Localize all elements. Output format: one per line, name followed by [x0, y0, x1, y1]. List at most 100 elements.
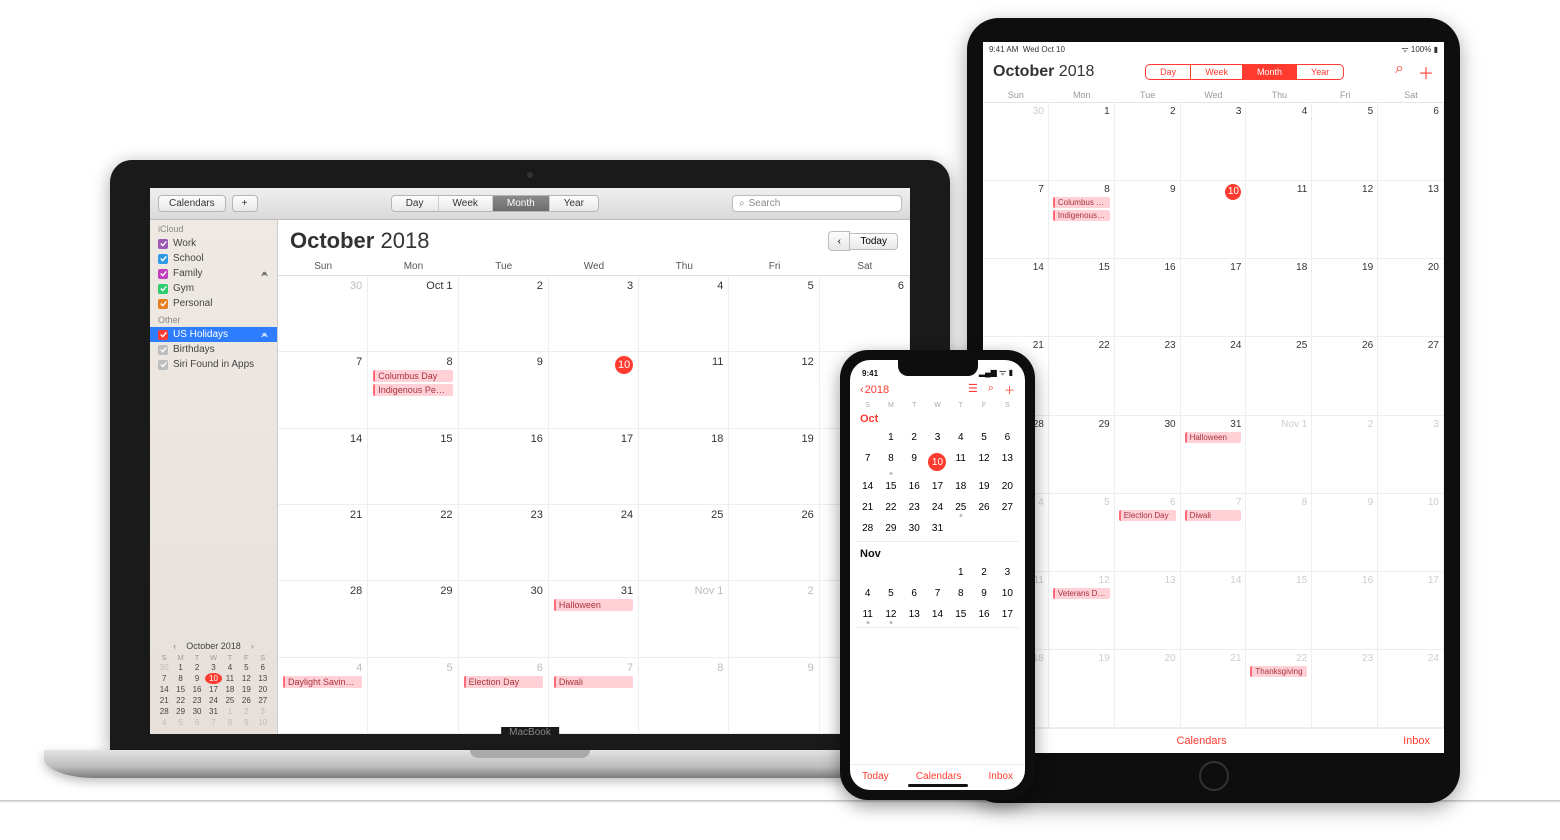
- calendar-cell[interactable]: 12: [729, 352, 819, 428]
- calendar-event[interactable]: Diwali: [554, 676, 633, 688]
- iphone-day[interactable]: 14: [926, 604, 949, 625]
- calendar-cell[interactable]: 13: [1378, 181, 1444, 259]
- calendar-cell[interactable]: 8Columbus DayIndigenous Peo…: [368, 352, 458, 428]
- calendar-cell[interactable]: 23: [1312, 650, 1378, 728]
- iphone-day[interactable]: 25: [949, 497, 972, 518]
- calendar-event[interactable]: Columbus Day: [373, 370, 452, 382]
- calendar-event[interactable]: Indigenous Peop…: [1053, 210, 1110, 221]
- today-button[interactable]: Today: [850, 233, 898, 250]
- iphone-day[interactable]: 12: [972, 448, 995, 476]
- calendar-cell[interactable]: 7: [983, 181, 1049, 259]
- calendar-cell[interactable]: Nov 1: [1246, 416, 1312, 494]
- calendar-cell[interactable]: 27: [1378, 337, 1444, 415]
- mini-day[interactable]: 3: [255, 706, 271, 717]
- iphone-day[interactable]: 13: [903, 604, 926, 625]
- mini-day[interactable]: 29: [172, 706, 188, 717]
- iphone-day[interactable]: 2: [903, 427, 926, 448]
- iphone-month-label[interactable]: Nov: [856, 544, 1019, 562]
- calendar-event[interactable]: Election Day: [464, 676, 543, 688]
- calendar-cell[interactable]: 31Halloween: [549, 581, 639, 657]
- mini-day[interactable]: 6: [189, 717, 205, 728]
- iphone-day[interactable]: 16: [903, 476, 926, 497]
- calendar-cell[interactable]: 7Diwali: [1181, 494, 1247, 572]
- calendar-cell[interactable]: 11: [639, 352, 729, 428]
- calendar-cell[interactable]: 10: [549, 352, 639, 428]
- iphone-day[interactable]: 14: [856, 476, 879, 497]
- calendar-cell[interactable]: 30: [459, 581, 549, 657]
- iphone-day[interactable]: 8: [879, 448, 902, 476]
- iphone-day[interactable]: 30: [903, 518, 926, 539]
- mini-day[interactable]: 9: [238, 717, 254, 728]
- calendar-cell[interactable]: 6Election Day: [1115, 494, 1181, 572]
- calendar-cell[interactable]: 30: [1115, 416, 1181, 494]
- mini-day[interactable]: 4: [156, 717, 172, 728]
- iphone-day[interactable]: 28: [856, 518, 879, 539]
- iphone-day[interactable]: 13: [996, 448, 1019, 476]
- sidebar-calendar-item[interactable]: Gym: [150, 281, 277, 296]
- ipad-view-segmented-control[interactable]: DayWeekMonthYear: [1145, 64, 1344, 80]
- iphone-day[interactable]: 23: [903, 497, 926, 518]
- calendar-cell[interactable]: 24: [1181, 337, 1247, 415]
- sidebar-calendar-item[interactable]: Personal: [150, 296, 277, 311]
- calendar-cell[interactable]: 29: [1049, 416, 1115, 494]
- calendar-cell[interactable]: 9: [1312, 494, 1378, 572]
- calendars-button[interactable]: Calendars: [158, 195, 226, 212]
- sidebar-calendar-item[interactable]: Birthdays: [150, 342, 277, 357]
- sidebar-calendar-item[interactable]: School: [150, 251, 277, 266]
- iphone-day[interactable]: 10: [996, 583, 1019, 604]
- calendar-cell[interactable]: 2: [1312, 416, 1378, 494]
- calendar-cell[interactable]: 16: [1115, 259, 1181, 337]
- mini-prev-month[interactable]: ‹: [169, 641, 180, 651]
- mini-day[interactable]: 7: [205, 717, 221, 728]
- calendar-event[interactable]: Thanksgiving: [1250, 666, 1307, 677]
- iphone-day[interactable]: 15: [879, 476, 902, 497]
- mini-day[interactable]: 5: [238, 662, 254, 673]
- ipad-seg-week[interactable]: Week: [1191, 65, 1243, 79]
- ipad-calendars-button[interactable]: Calendars: [1177, 735, 1227, 747]
- iphone-month-label[interactable]: Oct: [856, 409, 1019, 427]
- iphone-day[interactable]: 5: [879, 583, 902, 604]
- calendar-cell[interactable]: 21: [1181, 650, 1247, 728]
- iphone-day[interactable]: 9: [903, 448, 926, 476]
- iphone-day[interactable]: 19: [972, 476, 995, 497]
- calendar-cell[interactable]: 28: [278, 581, 368, 657]
- mini-day[interactable]: 15: [172, 684, 188, 695]
- iphone-day[interactable]: 11: [949, 448, 972, 476]
- add-event-button[interactable]: ＋: [1004, 382, 1015, 398]
- ipad-seg-month[interactable]: Month: [1243, 65, 1297, 79]
- iphone-day[interactable]: 8: [949, 583, 972, 604]
- calendar-checkbox[interactable]: [158, 299, 168, 309]
- iphone-day[interactable]: 6: [996, 427, 1019, 448]
- calendar-cell[interactable]: 18: [639, 429, 729, 505]
- calendar-cell[interactable]: 26: [729, 505, 819, 581]
- calendar-cell[interactable]: 17: [1378, 572, 1444, 650]
- calendar-cell[interactable]: 14: [1181, 572, 1247, 650]
- mini-day[interactable]: 9: [189, 673, 205, 684]
- mini-day[interactable]: 4: [222, 662, 238, 673]
- back-year-button[interactable]: ‹2018: [860, 384, 889, 396]
- calendar-cell[interactable]: 7: [278, 352, 368, 428]
- mini-day[interactable]: 26: [238, 695, 254, 706]
- calendar-cell[interactable]: 6: [1378, 103, 1444, 181]
- calendar-cell[interactable]: 31Halloween: [1181, 416, 1247, 494]
- calendar-cell[interactable]: 6Election Day: [459, 658, 549, 734]
- calendar-cell[interactable]: 9: [459, 352, 549, 428]
- calendar-event[interactable]: Daylight Saving…: [283, 676, 362, 688]
- calendar-checkbox[interactable]: [158, 284, 168, 294]
- iphone-day[interactable]: 3: [926, 427, 949, 448]
- mini-day[interactable]: 14: [156, 684, 172, 695]
- calendar-cell[interactable]: 8Columbus DayIndigenous Peop…: [1049, 181, 1115, 259]
- mac-month-grid[interactable]: 30Oct 12345678Columbus DayIndigenous Peo…: [278, 276, 910, 734]
- calendar-cell[interactable]: 9: [1115, 181, 1181, 259]
- iphone-calendars-button[interactable]: Calendars: [916, 771, 962, 782]
- mini-day[interactable]: 28: [156, 706, 172, 717]
- mini-day[interactable]: 7: [156, 673, 172, 684]
- iphone-day[interactable]: 6: [903, 583, 926, 604]
- mini-day[interactable]: 24: [205, 695, 221, 706]
- calendar-cell[interactable]: 14: [278, 429, 368, 505]
- calendar-cell[interactable]: 11: [1246, 181, 1312, 259]
- calendar-cell[interactable]: 2: [459, 276, 549, 352]
- calendar-cell[interactable]: 19: [1312, 259, 1378, 337]
- mini-day[interactable]: 30: [189, 706, 205, 717]
- calendar-cell[interactable]: 12Veterans Day (o…: [1049, 572, 1115, 650]
